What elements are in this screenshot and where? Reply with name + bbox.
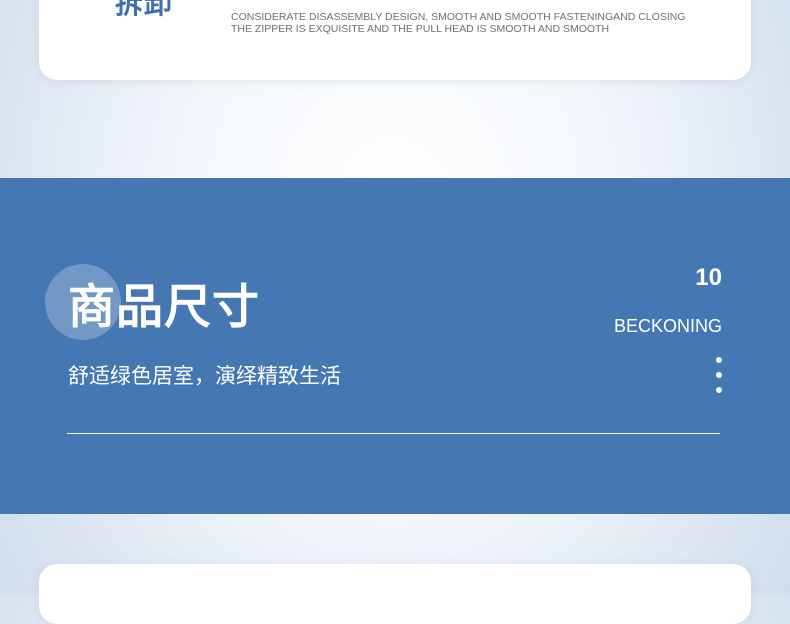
feature-description: CONSIDERATE DISASSEMBLY DESIGN, SMOOTH A…	[231, 11, 711, 35]
feature-title: 拆卸	[115, 0, 174, 20]
divider-line	[67, 433, 720, 434]
section-english-label: BECKONING	[613, 316, 722, 336]
feature-description-line-2: THE ZIPPER IS EXQUISITE AND THE PULL HEA…	[231, 23, 610, 35]
next-card	[39, 564, 751, 624]
dot	[716, 387, 722, 393]
feature-card: 拆卸 CONSIDERATE DISASSEMBLY DESIGN, SMOOT…	[39, 0, 751, 80]
dot	[716, 357, 722, 363]
section-subtitle: 舒适绿色居室，演绎精致生活	[68, 364, 341, 388]
feature-description-line-1: CONSIDERATE DISASSEMBLY DESIGN, SMOOTH A…	[231, 11, 686, 23]
dot	[716, 372, 722, 378]
section-number: 10	[695, 264, 722, 291]
section-header-band: 商品尺寸 舒适绿色居室，演绎精致生活 10 BECKONING	[0, 178, 790, 514]
section-title: 商品尺寸	[68, 280, 260, 335]
vertical-dots-icon	[716, 357, 722, 393]
